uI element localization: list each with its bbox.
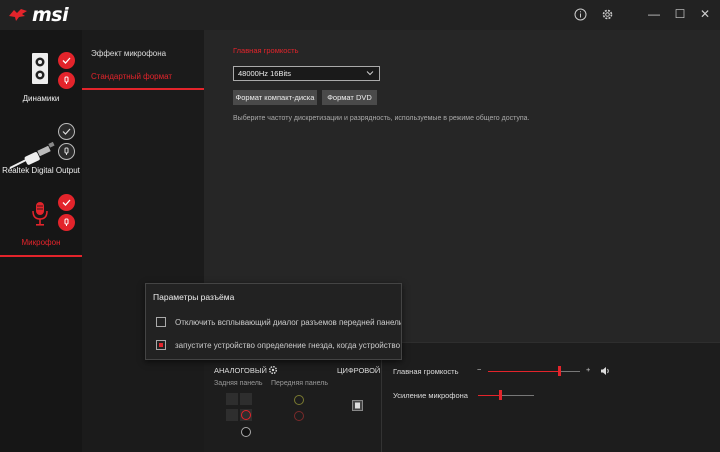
format-select-value: 48000Hz 16Bits bbox=[238, 69, 291, 78]
check-icon[interactable] bbox=[58, 52, 75, 69]
format-description: Выберите частоту дискретизации и разрядн… bbox=[233, 115, 530, 122]
section-title: Главная громкость bbox=[233, 46, 299, 55]
rear-jack[interactable] bbox=[226, 393, 238, 405]
mic-boost-thumb[interactable] bbox=[498, 390, 502, 400]
rear-jack[interactable] bbox=[226, 409, 238, 421]
digital-port-icon[interactable] bbox=[352, 400, 363, 411]
minimize-button[interactable]: — bbox=[643, 3, 665, 25]
tab-mic-effect[interactable]: Эффект микрофона bbox=[82, 40, 204, 66]
close-button[interactable]: ✕ bbox=[694, 3, 716, 25]
device-microphone[interactable]: Микрофон bbox=[0, 194, 82, 259]
msi-logo: msi bbox=[8, 4, 69, 26]
format-select[interactable]: 48000Hz 16Bits bbox=[233, 66, 380, 81]
plug-icon[interactable] bbox=[58, 143, 75, 160]
mic-boost-label: Усиление микрофона bbox=[393, 391, 468, 400]
title-bar: msi — ☐ ✕ bbox=[0, 0, 720, 30]
dvd-format-button[interactable]: Формат DVD bbox=[322, 90, 377, 105]
rear-jack-round[interactable] bbox=[241, 427, 251, 437]
cd-format-button[interactable]: Формат компакт-диска bbox=[233, 90, 317, 105]
app-window: msi — ☐ ✕ Динамики Realtek Digital Outpu… bbox=[0, 0, 720, 452]
option-label: Отключить всплывающий диалог разъемов пе… bbox=[175, 317, 401, 327]
brand-name: msi bbox=[32, 4, 69, 26]
microphone-icon bbox=[32, 202, 48, 226]
device-label: Микрофон bbox=[21, 238, 61, 247]
check-icon[interactable] bbox=[58, 194, 75, 211]
plug-icon[interactable] bbox=[58, 72, 75, 89]
check-icon[interactable] bbox=[58, 123, 75, 140]
maximize-button[interactable]: ☐ bbox=[669, 3, 691, 25]
dragon-icon bbox=[9, 9, 27, 21]
rear-jack[interactable] bbox=[240, 393, 252, 405]
speaker-icon bbox=[32, 53, 48, 84]
master-volume-thumb[interactable] bbox=[558, 366, 562, 376]
volume-minus-button[interactable]: − bbox=[477, 365, 481, 374]
chevron-down-icon bbox=[366, 69, 374, 79]
front-jack-mic[interactable] bbox=[294, 411, 304, 421]
checkbox[interactable] bbox=[156, 340, 166, 350]
speaker-volume-icon[interactable] bbox=[600, 366, 611, 376]
device-sidebar: Динамики Realtek Digital Output Микрофон bbox=[0, 30, 82, 452]
front-jack-headphone[interactable] bbox=[294, 395, 304, 405]
plug-icon[interactable] bbox=[58, 214, 75, 231]
device-label: Realtek Digital Output bbox=[2, 166, 80, 175]
gear-icon[interactable] bbox=[268, 365, 278, 375]
front-panel-label: Передняя панель bbox=[271, 380, 328, 387]
active-device-underline bbox=[0, 255, 82, 257]
sub-menu: Эффект микрофона Стандартный формат bbox=[82, 30, 204, 452]
device-speakers[interactable]: Динамики bbox=[0, 30, 82, 116]
gear-icon[interactable] bbox=[596, 3, 618, 25]
master-volume-label: Главная громкость bbox=[393, 367, 459, 376]
popup-title: Параметры разъёма bbox=[153, 292, 235, 302]
jack-settings-popup: Параметры разъёма Отключить всплывающий … bbox=[145, 283, 402, 360]
digital-label: ЦИФРОВОЙ bbox=[337, 366, 381, 375]
option-label: запустите устройство определение гнезда,… bbox=[175, 340, 401, 350]
master-volume-fill bbox=[488, 371, 560, 372]
mic-boost-fill bbox=[478, 395, 501, 396]
rear-panel-label: Задняя панель bbox=[214, 380, 263, 387]
checkbox[interactable] bbox=[156, 317, 166, 327]
analog-label: АНАЛОГОВЫЙ bbox=[214, 366, 267, 375]
option-disable-front-panel-dialog[interactable]: Отключить всплывающий диалог разъемов пе… bbox=[156, 316, 401, 328]
device-digital-output[interactable]: Realtek Digital Output bbox=[0, 116, 82, 204]
info-icon[interactable] bbox=[569, 3, 591, 25]
device-label: Динамики bbox=[22, 94, 60, 103]
rear-jack-mic[interactable] bbox=[240, 409, 252, 421]
volume-plus-button[interactable]: + bbox=[586, 365, 590, 374]
option-jack-detection[interactable]: запустите устройство определение гнезда,… bbox=[156, 339, 401, 351]
tab-default-format[interactable]: Стандартный формат bbox=[82, 64, 204, 90]
